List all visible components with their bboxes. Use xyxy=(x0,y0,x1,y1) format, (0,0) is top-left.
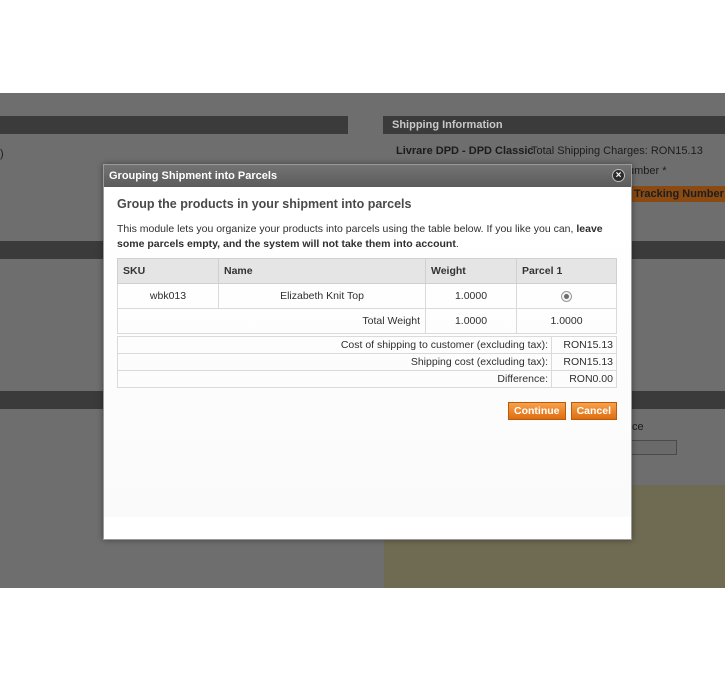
bg-shipping-info-bar: Shipping Information xyxy=(383,116,725,134)
header-weight: Weight xyxy=(425,258,517,284)
summary-label-customer-cost: Cost of shipping to customer (excluding … xyxy=(117,336,552,354)
cost-summary: Cost of shipping to customer (excluding … xyxy=(117,336,617,388)
summary-value-difference: RON0.00 xyxy=(551,370,617,388)
summary-value-customer-cost: RON15.13 xyxy=(551,336,617,354)
header-sku: SKU xyxy=(117,258,219,284)
bg-total-charges: Total Shipping Charges: RON15.13 xyxy=(531,145,703,157)
table-header-row: SKU Name Weight Parcel 1 xyxy=(117,258,617,284)
summary-row: Difference: RON0.00 xyxy=(117,370,617,388)
dialog-header: Grouping Shipment into Parcels × xyxy=(104,165,631,187)
dialog-intro: This module lets you organize your produ… xyxy=(117,222,618,252)
bg-carrier-label: Livrare DPD - DPD Classic xyxy=(396,145,534,157)
row-parcel-1-cell xyxy=(516,283,617,309)
bg-left-section-bar xyxy=(0,116,348,134)
header-parcel-1: Parcel 1 xyxy=(516,258,617,284)
dialog-heading: Group the products in your shipment into… xyxy=(117,197,412,211)
total-weight-value: 1.0000 xyxy=(425,308,517,334)
summary-row: Shipping cost (excluding tax): RON15.13 xyxy=(117,353,617,371)
summary-row: Cost of shipping to customer (excluding … xyxy=(117,336,617,354)
intro-end: . xyxy=(455,238,459,250)
summary-label-difference: Difference: xyxy=(117,370,552,388)
summary-label-shipping-cost: Shipping cost (excluding tax): xyxy=(117,353,552,371)
continue-button[interactable]: Continue xyxy=(508,402,566,420)
header-name: Name xyxy=(218,258,426,284)
bg-right-partial-text: ce xyxy=(632,421,644,433)
bg-shipping-info-heading: Shipping Information xyxy=(392,119,503,131)
close-icon[interactable]: × xyxy=(612,169,625,182)
total-parcel-1-value: 1.0000 xyxy=(516,308,617,334)
bg-right-bar-3 xyxy=(630,391,725,409)
bg-tracking-button: Tracking Number xyxy=(628,186,725,202)
dialog-actions: Continue Cancel xyxy=(117,402,617,420)
row-weight: 1.0000 xyxy=(425,283,517,309)
bg-number-label: umber * xyxy=(628,165,667,177)
total-weight-label: Total Weight xyxy=(117,308,426,334)
total-weight-row: Total Weight 1.0000 1.0000 xyxy=(117,308,617,334)
intro-text: This module lets you organize your produ… xyxy=(117,223,577,235)
bg-left-bar-2 xyxy=(0,241,103,259)
table-row: wbk013 Elizabeth Knit Top 1.0000 xyxy=(117,283,617,309)
parcels-table: SKU Name Weight Parcel 1 wbk013 Elizabet… xyxy=(117,258,617,334)
dialog-body: Group the products in your shipment into… xyxy=(104,187,631,517)
parcel-1-radio[interactable] xyxy=(561,290,572,302)
row-sku: wbk013 xyxy=(117,283,219,309)
bg-left-partial-text: ) xyxy=(0,148,4,160)
summary-value-shipping-cost: RON15.13 xyxy=(551,353,617,371)
row-name: Elizabeth Knit Top xyxy=(218,283,426,309)
dialog-title: Grouping Shipment into Parcels xyxy=(109,170,278,182)
bg-right-bar-2 xyxy=(630,241,725,259)
cancel-button[interactable]: Cancel xyxy=(570,402,617,420)
bg-left-bar-3 xyxy=(0,391,103,409)
parcels-dialog: Grouping Shipment into Parcels × Group t… xyxy=(103,164,632,540)
